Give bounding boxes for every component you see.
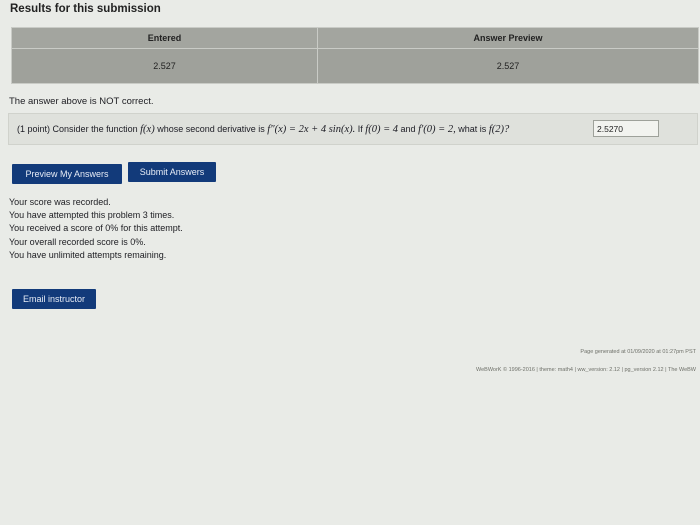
entered-cell: 2.527 — [11, 48, 318, 84]
results-title: Results for this submission — [10, 3, 161, 15]
math-f2: f(2)? — [488, 124, 510, 135]
entered-header: Entered — [11, 27, 318, 49]
feedback-message: The answer above is NOT correct. — [9, 96, 154, 107]
preview-answers-button[interactable]: Preview My Answers — [12, 164, 122, 184]
score-line: Your overall recorded score is 0%. — [9, 236, 146, 247]
math-second-derivative: f″(x) = 2x + 4 sin(x). — [267, 124, 356, 135]
answer-preview-header: Answer Preview — [317, 27, 699, 49]
footer-credits: WeBWorK © 1996-2016 | theme: math4 | ww_… — [476, 367, 696, 373]
score-line: You received a score of 0% for this atte… — [9, 223, 183, 234]
submit-answers-button[interactable]: Submit Answers — [128, 162, 216, 182]
results-table: Entered Answer Preview 2.527 2.527 — [11, 27, 699, 84]
problem-points: (1 point) — [17, 124, 51, 134]
problem-whose: whose second derivative is — [157, 124, 265, 134]
math-f0: f(0) = 4 — [365, 124, 399, 135]
problem-statement: (1 point) Consider the function f(x) who… — [17, 124, 509, 135]
problem-and: and — [400, 124, 416, 134]
problem-what: what is — [458, 124, 487, 134]
page-footer: Page generated at 01/09/2020 at 01:27pm … — [366, 343, 696, 379]
results-header-row: Entered Answer Preview — [11, 27, 699, 49]
table-row: 2.527 2.527 — [11, 48, 699, 84]
webwork-page: Results for this submission Entered Answ… — [0, 0, 700, 525]
score-line: You have unlimited attempts remaining. — [9, 249, 167, 260]
problem-box: (1 point) Consider the function f(x) who… — [8, 113, 698, 145]
problem-if: If — [357, 124, 363, 134]
email-instructor-button[interactable]: Email instructor — [12, 289, 96, 309]
answer-input[interactable] — [593, 120, 659, 137]
math-fp0: f′(0) = 2, — [418, 124, 456, 135]
footer-generated: Page generated at 01/09/2020 at 01:27pm … — [580, 349, 696, 355]
score-line: Your score was recorded. — [9, 197, 111, 207]
answer-preview-cell: 2.527 — [317, 48, 699, 84]
score-summary: Your score was recorded. You have attemp… — [9, 196, 183, 262]
score-line: You have attempted this problem 3 times. — [9, 210, 175, 221]
problem-consider: Consider the function — [52, 124, 138, 134]
math-fx: f(x) — [140, 124, 155, 135]
